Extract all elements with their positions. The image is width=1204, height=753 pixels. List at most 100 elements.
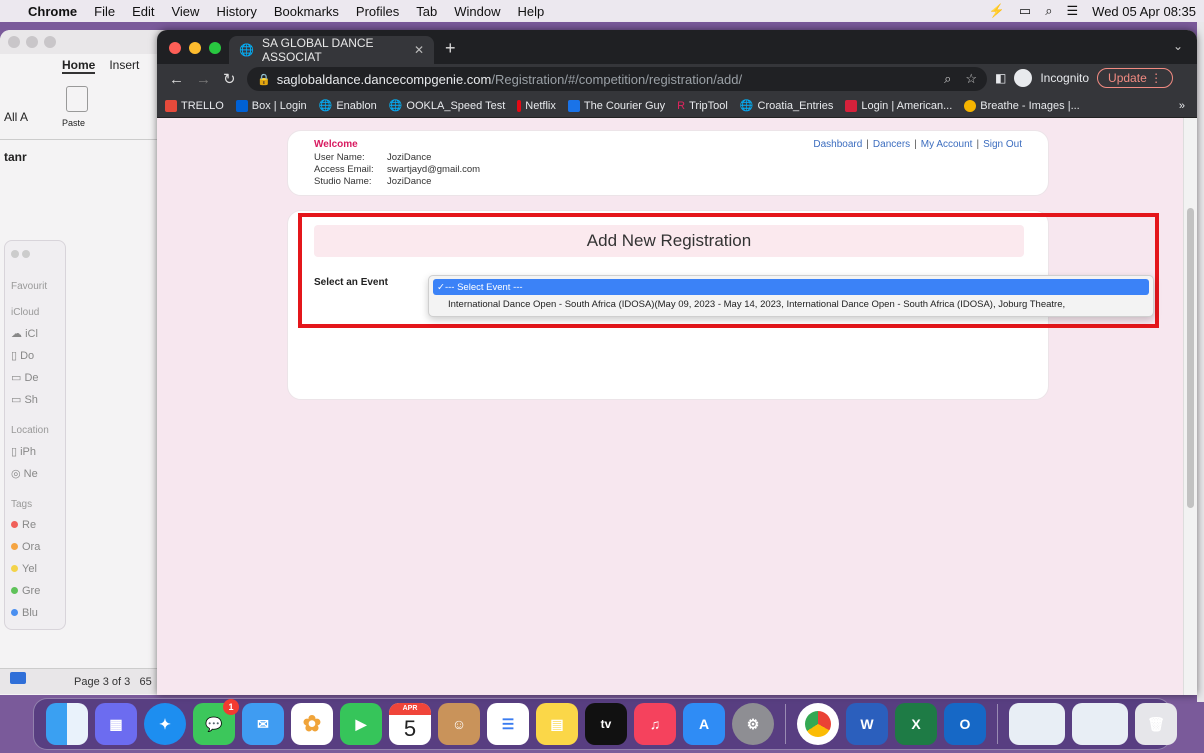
select-option-placeholder[interactable]: ✓ --- Select Event --- (433, 279, 1149, 295)
chrome-window: 🌐 SA GLOBAL DANCE ASSOCIAT ✕ + ⌄ ← → ↻ 🔒… (157, 30, 1197, 695)
calendar-dock-icon[interactable]: APR 5 (389, 703, 431, 745)
menu-help[interactable]: Help (518, 4, 545, 19)
browser-tab[interactable]: 🌐 SA GLOBAL DANCE ASSOCIAT ✕ (229, 36, 434, 64)
menu-history[interactable]: History (216, 4, 256, 19)
minimized-window-thumbnail[interactable] (1072, 703, 1128, 745)
outlook-dock-icon[interactable]: O (944, 703, 986, 745)
bookmark-enablon[interactable]: 🌐 Enablon (319, 99, 377, 113)
minimize-icon[interactable] (26, 36, 38, 48)
my-account-link[interactable]: My Account (921, 139, 973, 150)
sidebar-item-documents[interactable]: ▯ Do (11, 349, 34, 362)
incognito-icon[interactable] (1014, 69, 1033, 87)
side-panel-icon[interactable]: ◧ (995, 71, 1006, 85)
menu-tab[interactable]: Tab (416, 4, 437, 19)
new-tab-button[interactable]: + (445, 38, 456, 59)
sidebar-tag-green[interactable]: Gre (11, 585, 40, 597)
bookmarks-bar: TRELLO Box | Login 🌐 Enablon 🌐 OOKLA_Speed… (157, 94, 1197, 118)
contacts-dock-icon[interactable]: ☺ (438, 703, 480, 745)
word-tab-insert[interactable]: Insert (109, 58, 139, 74)
sidebar-item-iphone[interactable]: ▯ iPh (11, 445, 36, 458)
sidebar-item-label: iCl (25, 328, 38, 340)
page-count: Page 3 of 3 (74, 675, 131, 688)
dashboard-link[interactable]: Dashboard (813, 139, 862, 150)
maximize-window-icon[interactable] (209, 42, 221, 54)
music-dock-icon[interactable]: ♫ (634, 703, 676, 745)
sidebar-tag-red[interactable]: Re (11, 519, 36, 531)
trash-dock-icon[interactable]: 🗑 (1135, 703, 1177, 745)
bookmark-trello[interactable]: TRELLO (165, 99, 224, 112)
apple-tv-dock-icon[interactable]: tv (585, 703, 627, 745)
battery-icon[interactable]: ▭ (1019, 3, 1031, 19)
reminders-dock-icon[interactable]: ☰ (487, 703, 529, 745)
bookmark-american[interactable]: Login | American... (845, 99, 952, 112)
word-count: 65 (139, 675, 152, 688)
sidebar-tag-blue[interactable]: Blu (11, 607, 38, 619)
menu-view[interactable]: View (171, 4, 199, 19)
excel-dock-icon[interactable]: X (895, 703, 937, 745)
menu-window[interactable]: Window (454, 4, 500, 19)
select-option-idosa[interactable]: International Dance Open - South Africa … (433, 295, 1149, 313)
zoom-icon[interactable]: ⌕ (944, 71, 951, 87)
menu-profiles[interactable]: Profiles (356, 4, 399, 19)
close-tab-icon[interactable]: ✕ (414, 43, 424, 57)
sidebar-item-shared[interactable]: ▭ Sh (11, 393, 38, 406)
menubar-clock[interactable]: Wed 05 Apr 08:35 (1092, 4, 1196, 19)
dancers-link[interactable]: Dancers (873, 139, 910, 150)
facetime-dock-icon[interactable]: ▶ (340, 703, 382, 745)
minimize-window-icon[interactable] (189, 42, 201, 54)
event-select-dropdown[interactable]: ✓ --- Select Event --- International Dan… (428, 275, 1154, 317)
lock-icon[interactable]: 🔒 (257, 73, 271, 86)
word-dock-icon[interactable]: W (846, 703, 888, 745)
photos-dock-icon[interactable]: ✿ (291, 703, 333, 745)
bookmark-ookla[interactable]: 🌐 OOKLA_Speed Test (389, 99, 506, 113)
menu-file[interactable]: File (94, 4, 115, 19)
welcome-title: Welcome (314, 139, 358, 150)
bookmark-triptool[interactable]: R TripTool (677, 100, 728, 112)
messages-dock-icon[interactable]: 💬 1 (193, 699, 239, 745)
sidebar-tag-orange[interactable]: Ora (11, 541, 40, 553)
bookmark-box[interactable]: Box | Login (235, 99, 307, 112)
sidebar-item-network[interactable]: ◎ Ne (11, 467, 38, 480)
sidebar-item-desktop[interactable]: ▭ De (11, 371, 39, 384)
notes-dock-icon[interactable]: ▤ (536, 703, 578, 745)
page-scrollbar[interactable] (1183, 118, 1197, 695)
bookmark-courier-guy[interactable]: The Courier Guy (567, 99, 665, 112)
menu-bookmarks[interactable]: Bookmarks (274, 4, 339, 19)
system-settings-dock-icon[interactable]: ⚙ (732, 703, 774, 745)
zoom-icon[interactable] (44, 36, 56, 48)
word-nav-account[interactable]: tanr (4, 150, 27, 164)
close-window-icon[interactable] (169, 42, 181, 54)
bolt-icon[interactable]: ⚡ (989, 3, 1005, 19)
paste-icon[interactable] (66, 86, 88, 112)
forward-icon[interactable]: → (196, 71, 211, 88)
bookmark-breathe[interactable]: Breathe - Images |... (964, 99, 1080, 112)
chrome-dock-icon[interactable] (797, 703, 839, 745)
reload-icon[interactable]: ↻ (223, 70, 236, 88)
bookmark-netflix[interactable]: Netflix (517, 99, 556, 112)
app-store-dock-icon[interactable]: A (683, 703, 725, 745)
sign-out-link[interactable]: Sign Out (983, 139, 1022, 150)
address-bar[interactable]: 🔒 saglobaldance.dancecompgenie.com/Regis… (247, 67, 987, 91)
launchpad-dock-icon[interactable]: ▦ (95, 703, 137, 745)
minimized-window-thumbnail[interactable] (1009, 703, 1065, 745)
spotlight-search-icon[interactable]: ⌕ (1045, 3, 1052, 19)
word-tab-home[interactable]: Home (62, 58, 96, 74)
safari-dock-icon[interactable]: ✦ (144, 703, 186, 745)
control-center-icon[interactable]: ☰ (1067, 3, 1079, 19)
menu-app-chrome[interactable]: Chrome (28, 4, 77, 19)
sidebar-item-icloud[interactable]: ☁ iCl (11, 327, 38, 340)
more-bookmarks-icon[interactable]: » (1179, 100, 1185, 112)
scrollbar-thumb[interactable] (1187, 208, 1194, 508)
tab-search-chevron-icon[interactable]: ⌄ (1173, 39, 1183, 53)
bookmark-star-icon[interactable]: ☆ (965, 71, 977, 87)
mail-dock-icon[interactable]: ✉ (242, 703, 284, 745)
word-nav-all[interactable]: All A (4, 110, 28, 124)
sidebar-tag-yellow[interactable]: Yel (11, 563, 37, 575)
update-button[interactable]: Update ⋮ (1097, 68, 1174, 88)
back-icon[interactable]: ← (169, 71, 184, 88)
mail-icon[interactable] (10, 672, 26, 684)
finder-dock-icon[interactable] (46, 703, 88, 745)
close-icon[interactable] (8, 36, 20, 48)
bookmark-croatia[interactable]: 🌐 Croatia_Entries (740, 99, 834, 113)
menu-edit[interactable]: Edit (132, 4, 154, 19)
